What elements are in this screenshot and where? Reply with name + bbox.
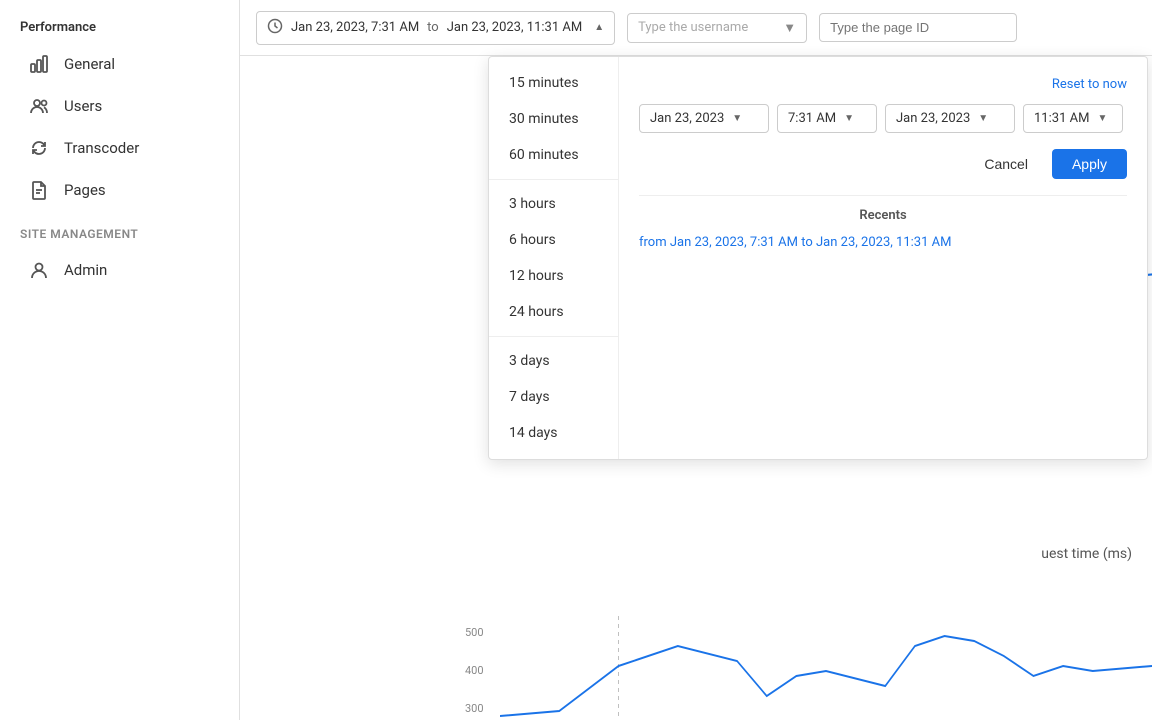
time-range-start: Jan 23, 2023, 7:31 AM <box>291 20 419 35</box>
chart-bar-icon <box>28 53 50 75</box>
chart-title-2: uest time (ms) <box>1041 546 1132 562</box>
apply-button[interactable]: Apply <box>1052 149 1127 179</box>
sidebar-item-pages[interactable]: Pages <box>8 169 231 211</box>
sidebar-item-transcoder[interactable]: Transcoder <box>8 127 231 169</box>
sidebar-item-general-label: General <box>64 55 115 73</box>
sidebar-item-users-label: Users <box>64 97 102 115</box>
reset-link-container: Reset to now <box>639 73 1127 92</box>
start-time-value: 7:31 AM <box>788 111 836 126</box>
sidebar-management-title: Site management <box>0 211 239 249</box>
sidebar-item-pages-label: Pages <box>64 181 106 199</box>
page-id-input[interactable] <box>819 13 1017 42</box>
users-icon <box>28 95 50 117</box>
username-placeholder: Type the username <box>638 20 748 35</box>
refresh-icon <box>28 137 50 159</box>
quick-option-14d[interactable]: 14 days <box>489 415 618 451</box>
quick-options-panel: 15 minutes 30 minutes 60 minutes 3 hours… <box>489 57 619 459</box>
person-icon <box>28 259 50 281</box>
sidebar-item-admin-label: Admin <box>64 261 107 279</box>
recents-section: Recents from Jan 23, 2023, 7:31 AM to Ja… <box>639 195 1127 254</box>
file-icon <box>28 179 50 201</box>
date-picker-panel: Reset to now Jan 23, 2023 ▼ 7:31 AM ▼ Ja… <box>619 57 1147 459</box>
chart-container-2 <box>500 616 1152 720</box>
quick-option-24h[interactable]: 24 hours <box>489 294 618 330</box>
start-time-arrow-icon: ▼ <box>844 113 854 124</box>
recents-label: Recents <box>639 208 1127 223</box>
sidebar: Performance General Users <box>0 0 240 720</box>
divider-1 <box>489 179 618 180</box>
quick-option-60min[interactable]: 60 minutes <box>489 137 618 173</box>
time-range-button[interactable]: Jan 23, 2023, 7:31 AM to Jan 23, 2023, 1… <box>256 11 615 45</box>
divider-2 <box>489 336 618 337</box>
time-range-dropdown: 15 minutes 30 minutes 60 minutes 3 hours… <box>488 56 1148 460</box>
end-date-select[interactable]: Jan 23, 2023 ▼ <box>885 104 1015 133</box>
username-chevron-icon: ▼ <box>783 20 796 36</box>
quick-option-15min[interactable]: 15 minutes <box>489 65 618 101</box>
main-content: Jan 23, 2023, 7:31 AM to Jan 23, 2023, 1… <box>240 0 1152 720</box>
recent-item-0[interactable]: from Jan 23, 2023, 7:31 AM to Jan 23, 20… <box>639 231 1127 254</box>
end-time-arrow-icon: ▼ <box>1097 113 1107 124</box>
reset-to-now-link[interactable]: Reset to now <box>1052 77 1127 92</box>
start-date-select[interactable]: Jan 23, 2023 ▼ <box>639 104 769 133</box>
topbar: Jan 23, 2023, 7:31 AM to Jan 23, 2023, 1… <box>240 0 1152 56</box>
quick-option-3h[interactable]: 3 hours <box>489 186 618 222</box>
quick-option-12h[interactable]: 12 hours <box>489 258 618 294</box>
end-time-select[interactable]: 11:31 AM ▼ <box>1023 104 1123 133</box>
action-row: Cancel Apply <box>639 149 1127 179</box>
start-date-value: Jan 23, 2023 <box>650 111 724 126</box>
sidebar-item-transcoder-label: Transcoder <box>64 139 139 157</box>
quick-option-3d[interactable]: 3 days <box>489 343 618 379</box>
time-range-end: Jan 23, 2023, 11:31 AM <box>447 20 582 35</box>
end-date-arrow-icon: ▼ <box>978 113 988 124</box>
sidebar-section-title: Performance <box>0 8 239 43</box>
quick-option-30min[interactable]: 30 minutes <box>489 101 618 137</box>
cancel-button[interactable]: Cancel <box>968 149 1044 179</box>
time-range-to: to <box>427 20 439 35</box>
end-time-value: 11:31 AM <box>1034 111 1089 126</box>
sidebar-item-users[interactable]: Users <box>8 85 231 127</box>
y-axis-labels: 500 400 300 200 <box>465 626 484 720</box>
quick-option-7d[interactable]: 7 days <box>489 379 618 415</box>
sidebar-item-admin[interactable]: Admin <box>8 249 231 291</box>
date-range-row: Jan 23, 2023 ▼ 7:31 AM ▼ Jan 23, 2023 ▼ … <box>639 104 1127 133</box>
arrow-up-icon: ▲ <box>594 22 604 33</box>
start-time-select[interactable]: 7:31 AM ▼ <box>777 104 877 133</box>
username-select[interactable]: Type the username ▼ <box>627 13 807 43</box>
quick-option-6h[interactable]: 6 hours <box>489 222 618 258</box>
start-date-arrow-icon: ▼ <box>732 113 742 124</box>
end-date-value: Jan 23, 2023 <box>896 111 970 126</box>
sidebar-item-general[interactable]: General <box>8 43 231 85</box>
clock-icon <box>267 18 283 38</box>
